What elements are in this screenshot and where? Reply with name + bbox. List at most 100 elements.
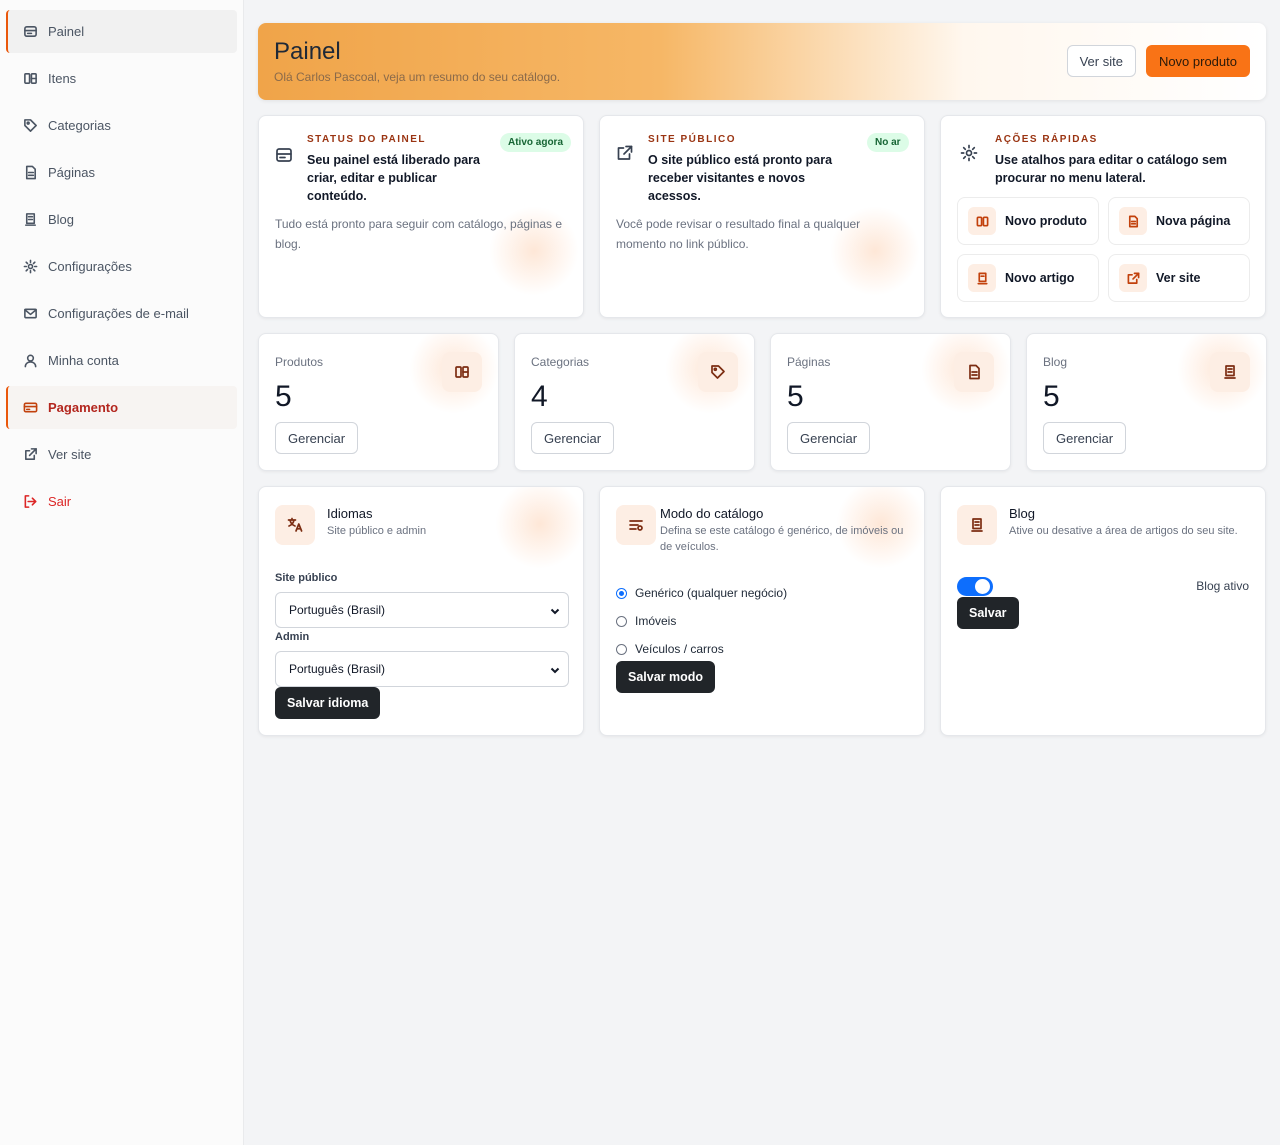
blog-icon: [1210, 352, 1250, 392]
radio-label: Imóveis: [635, 614, 677, 628]
sidebar-item-label: Minha conta: [48, 353, 119, 368]
radio-label: Veículos / carros: [635, 642, 724, 656]
blog-settings-card: Blog Ative ou desative a área de artigos…: [940, 486, 1266, 736]
sidebar-item-painel[interactable]: Painel: [6, 10, 237, 53]
new-product-button[interactable]: Novo produto: [1145, 45, 1250, 77]
quick-button-label: Novo produto: [1005, 214, 1087, 228]
catalog-mode-subtitle: Defina se este catálogo é genérico, de i…: [660, 525, 904, 553]
stat-card-blog: Blog 5 Gerenciar: [1026, 333, 1267, 471]
save-mode-button[interactable]: Salvar modo: [616, 661, 716, 693]
items-icon: [968, 207, 996, 235]
sidebar-item-label: Configurações de e-mail: [48, 306, 189, 321]
external-link-icon: [1119, 264, 1147, 292]
quick-new-product-button[interactable]: Novo produto: [957, 197, 1099, 245]
status-description: Tudo está pronto para seguir com catálog…: [275, 217, 563, 251]
save-blog-button[interactable]: Salvar: [957, 597, 1019, 629]
catalog-mode-card: Modo do catálogo Defina se este catálogo…: [599, 486, 925, 736]
sidebar-item-label: Configurações: [48, 259, 132, 274]
quick-new-page-button[interactable]: Nova página: [1108, 197, 1250, 245]
page-icon: [954, 352, 994, 392]
dashboard-icon: [275, 146, 293, 169]
sidebar-item-label: Pagamento: [48, 400, 119, 415]
public-site-description: Você pode revisar o resultado final a qu…: [616, 217, 861, 251]
quick-view-site-button[interactable]: Ver site: [1108, 254, 1250, 302]
quick-actions-eyebrow: AÇÕES RÁPIDAS: [995, 134, 1098, 145]
quick-button-label: Ver site: [1156, 271, 1201, 285]
stat-card-categorias: Categorias 4 Gerenciar: [514, 333, 755, 471]
sidebar-item-label: Páginas: [48, 165, 95, 180]
gear-icon: [960, 144, 978, 167]
stat-label: Páginas: [787, 355, 831, 369]
stat-card-produtos: Produtos 5 Gerenciar: [258, 333, 499, 471]
public-site-eyebrow: SITE PÚBLICO: [648, 134, 737, 145]
languages-title: Idiomas: [327, 506, 373, 521]
public-language-select[interactable]: Português (Brasil): [275, 592, 569, 628]
sidebar-item-pagamento[interactable]: Pagamento: [6, 386, 237, 429]
logout-icon: [22, 494, 38, 510]
languages-card: Idiomas Site público e admin Site públic…: [258, 486, 584, 736]
status-headline: Seu painel está liberado para criar, edi…: [307, 153, 480, 203]
catalog-mode-title: Modo do catálogo: [660, 506, 764, 521]
languages-subtitle: Site público e admin: [327, 525, 427, 537]
chevron-down-icon: [550, 605, 560, 615]
sliders-icon: [616, 505, 656, 545]
sidebar-item-label: Itens: [48, 71, 77, 86]
catalog-mode-option-vehicles[interactable]: Veículos / carros: [616, 642, 724, 656]
blog-settings-subtitle: Ative ou desative a área de artigos do s…: [1009, 525, 1238, 537]
tag-icon: [22, 118, 38, 134]
status-badge: Ativo agora: [500, 133, 572, 152]
blog-active-toggle[interactable]: [957, 577, 993, 596]
radio-button[interactable]: [616, 587, 627, 599]
sidebar-item-minha-conta[interactable]: Minha conta: [6, 339, 237, 382]
sidebar-item-paginas[interactable]: Páginas: [6, 151, 237, 194]
quick-actions-card: AÇÕES RÁPIDAS Use atalhos para editar o …: [940, 115, 1266, 318]
external-link-icon: [22, 447, 38, 463]
radio-button[interactable]: [616, 615, 627, 627]
sidebar-item-configuracoes[interactable]: Configurações: [6, 245, 237, 288]
external-link-icon: [616, 144, 634, 167]
stat-value: 5: [787, 380, 804, 413]
page-icon: [22, 165, 38, 181]
view-site-button[interactable]: Ver site: [1066, 45, 1136, 77]
sidebar-item-label: Ver site: [48, 447, 92, 462]
manage-pages-button[interactable]: Gerenciar: [787, 422, 871, 454]
panel-status-card: STATUS DO PAINEL Seu painel está liberad…: [258, 115, 584, 318]
stat-value: 5: [275, 380, 292, 413]
mail-icon: [22, 306, 38, 322]
sidebar-item-sair[interactable]: Sair: [6, 480, 237, 523]
stat-value: 4: [531, 380, 548, 413]
stat-label: Produtos: [275, 355, 324, 369]
quick-new-article-button[interactable]: Novo artigo: [957, 254, 1099, 302]
radio-label: Genérico (qualquer negócio): [635, 586, 788, 600]
sidebar-item-itens[interactable]: Itens: [6, 57, 237, 100]
sidebar: Painel Itens Categorias Páginas Blog Con…: [0, 0, 244, 1145]
gear-icon: [22, 259, 38, 275]
admin-language-select[interactable]: Português (Brasil): [275, 651, 569, 687]
blog-settings-title: Blog: [1009, 506, 1036, 521]
manage-blog-button[interactable]: Gerenciar: [1043, 422, 1127, 454]
manage-products-button[interactable]: Gerenciar: [275, 422, 359, 454]
stat-label: Blog: [1043, 355, 1068, 369]
catalog-mode-option-generic[interactable]: Genérico (qualquer negócio): [616, 586, 787, 600]
sidebar-item-email-settings[interactable]: Configurações de e-mail: [6, 292, 237, 335]
stat-label: Categorias: [531, 355, 590, 369]
manage-categories-button[interactable]: Gerenciar: [531, 422, 615, 454]
radio-button[interactable]: [616, 643, 627, 655]
select-value: Português (Brasil): [289, 662, 386, 676]
blog-active-label: Blog ativo: [1196, 579, 1249, 593]
select-value: Português (Brasil): [289, 603, 386, 617]
page-header: Painel Olá Carlos Pascoal, veja um resum…: [258, 23, 1266, 100]
public-site-card: SITE PÚBLICO O site público está pronto …: [599, 115, 925, 318]
admin-language-label: Admin: [275, 631, 310, 643]
sidebar-item-categorias[interactable]: Categorias: [6, 104, 237, 147]
catalog-mode-option-real-estate[interactable]: Imóveis: [616, 614, 676, 628]
sidebar-item-blog[interactable]: Blog: [6, 198, 237, 241]
save-language-button[interactable]: Salvar idioma: [275, 687, 381, 719]
page-icon: [1119, 207, 1147, 235]
dashboard-icon: [22, 24, 38, 40]
translate-icon: [275, 505, 315, 545]
sidebar-item-ver-site[interactable]: Ver site: [6, 433, 237, 476]
chevron-down-icon: [550, 664, 560, 674]
quick-button-label: Nova página: [1156, 214, 1231, 228]
public-site-headline: O site público está pronto para receber …: [648, 153, 833, 203]
